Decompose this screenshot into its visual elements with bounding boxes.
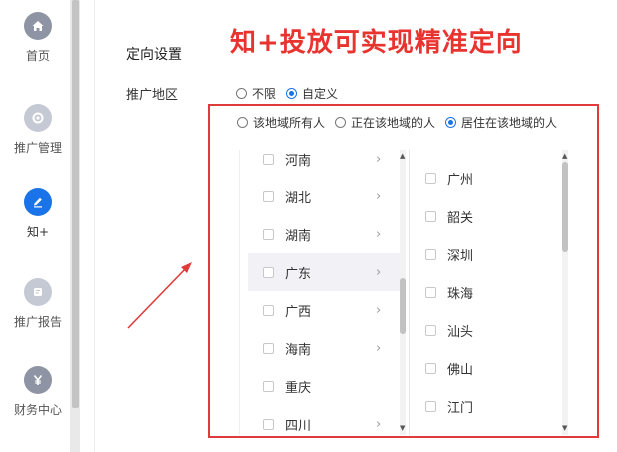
province-item[interactable]: 重庆	[248, 368, 400, 404]
gear-icon	[24, 104, 52, 132]
chevron-right-icon: ›	[376, 302, 382, 318]
province-scrollbar-thumb[interactable]	[400, 278, 406, 334]
checkbox[interactable]	[425, 248, 436, 260]
nav-label: 财务中心	[13, 403, 62, 417]
province-list: 河南 › 湖北 › 湖南 › 广东 › 广西 › 海南 › 重庆 四川 › ▲ …	[239, 150, 409, 435]
home-icon	[24, 12, 52, 40]
province-name: 河南	[285, 153, 312, 169]
nav-scrollbar-thumb[interactable]	[72, 0, 79, 408]
province-name: 广东	[285, 266, 312, 282]
annotation-arrow-icon	[127, 262, 192, 329]
divider	[94, 0, 95, 452]
checkbox[interactable]	[425, 400, 436, 412]
scroll-up-arrow-icon[interactable]: ▲	[562, 153, 567, 160]
province-name: 四川	[285, 418, 312, 434]
nav-item-promotion-management[interactable]: 推广管理	[0, 104, 76, 156]
checkbox[interactable]	[263, 342, 274, 354]
city-scrollbar-thumb[interactable]	[562, 162, 568, 252]
city-item[interactable]: 深圳	[410, 239, 560, 269]
nav-item-home[interactable]: 首页	[0, 12, 76, 64]
region-field-label: 推广地区	[126, 88, 179, 103]
report-icon	[24, 278, 52, 306]
checkbox[interactable]	[425, 286, 436, 298]
radio-label: 自定义	[302, 87, 339, 101]
nav-item-finance-center[interactable]: 财务中心	[0, 366, 76, 418]
city-list: 广州 韶关 深圳 珠海 汕头 佛山 江门 ▲ ▼	[409, 150, 571, 435]
province-item[interactable]: 湖南 ›	[248, 216, 400, 252]
city-name: 广州	[447, 172, 474, 188]
nav-label: 推广管理	[13, 141, 62, 155]
province-name: 重庆	[285, 380, 312, 396]
chevron-right-icon: ›	[376, 226, 382, 242]
city-item[interactable]: 珠海	[410, 277, 560, 307]
checkbox[interactable]	[425, 324, 436, 336]
nav-label: 首页	[25, 49, 50, 63]
checkbox[interactable]	[263, 304, 274, 316]
province-name: 海南	[285, 342, 312, 358]
radio-label: 正在该地域的人	[351, 116, 436, 130]
yuan-icon	[24, 366, 52, 394]
province-name: 湖北	[285, 190, 312, 206]
nav-item-zhi-plus[interactable]: 知+	[0, 188, 76, 240]
city-name: 深圳	[447, 248, 474, 264]
scroll-down-arrow-icon[interactable]: ▼	[562, 425, 567, 432]
radio-label: 不限	[252, 87, 277, 101]
checkbox[interactable]	[263, 418, 274, 430]
radio-label: 该地域所有人	[253, 116, 326, 130]
city-name: 珠海	[447, 286, 474, 302]
checkbox[interactable]	[425, 172, 436, 184]
city-name: 汕头	[447, 324, 474, 340]
chevron-right-icon: ›	[376, 264, 382, 280]
nav-label: 推广报告	[13, 315, 62, 329]
province-name: 湖南	[285, 228, 312, 244]
radio-unlimited[interactable]: 不限	[236, 85, 276, 102]
checkbox[interactable]	[263, 190, 274, 202]
radio-custom[interactable]: 自定义	[286, 85, 338, 102]
province-name: 广西	[285, 304, 312, 320]
province-item[interactable]: 海南 ›	[248, 330, 400, 366]
city-item[interactable]: 汕头	[410, 315, 560, 345]
city-name: 江门	[447, 400, 474, 416]
radio-dot	[286, 88, 298, 99]
chevron-right-icon: ›	[376, 151, 382, 167]
city-item[interactable]: 韶关	[410, 201, 560, 231]
city-item[interactable]: 广州	[410, 163, 560, 193]
nav-label: 知+	[26, 225, 50, 239]
region-scope-radio-group: 该地域所有人 正在该地域的人 居住在该地域的人	[237, 114, 567, 131]
nav-item-promotion-report[interactable]: 推广报告	[0, 278, 76, 330]
city-name: 韶关	[447, 210, 474, 226]
chevron-right-icon: ›	[376, 416, 382, 432]
checkbox[interactable]	[263, 228, 274, 240]
province-item[interactable]: 湖北 ›	[248, 178, 400, 214]
checkbox[interactable]	[425, 210, 436, 222]
section-title: 定向设置	[126, 47, 182, 63]
province-item[interactable]: 四川 ›	[248, 406, 400, 435]
city-item[interactable]: 佛山	[410, 353, 560, 383]
city-item[interactable]: 江门	[410, 391, 560, 421]
side-nav: 首页 推广管理 知+ 推广报告 财务中心	[0, 0, 76, 452]
pen-icon	[24, 188, 52, 216]
scroll-up-arrow-icon[interactable]: ▲	[400, 153, 405, 160]
radio-dot	[445, 117, 457, 128]
province-item[interactable]: 广西 ›	[248, 292, 400, 328]
radio-people-living-in-region[interactable]: 居住在该地域的人	[445, 114, 557, 131]
chevron-right-icon: ›	[376, 188, 382, 204]
checkbox[interactable]	[263, 380, 274, 392]
province-item-selected[interactable]: 广东 ›	[248, 253, 400, 291]
scroll-down-arrow-icon[interactable]: ▼	[400, 425, 405, 432]
radio-dot	[335, 117, 347, 128]
checkbox[interactable]	[425, 362, 436, 374]
radio-dot	[237, 117, 248, 128]
region-mode-radio-group: 不限 自定义	[236, 85, 348, 102]
city-name: 佛山	[447, 362, 474, 378]
checkbox[interactable]	[263, 266, 274, 278]
radio-dot	[236, 88, 247, 99]
radio-label: 居住在该地域的人	[461, 116, 558, 130]
radio-people-currently-in-region[interactable]: 正在该地域的人	[335, 114, 435, 131]
checkbox[interactable]	[263, 153, 274, 165]
province-item[interactable]: 河南 ›	[248, 150, 400, 177]
chevron-right-icon: ›	[376, 340, 382, 356]
annotation-headline: 知+投放可实现精准定向	[230, 28, 523, 58]
radio-all-people-in-region[interactable]: 该地域所有人	[237, 114, 325, 131]
